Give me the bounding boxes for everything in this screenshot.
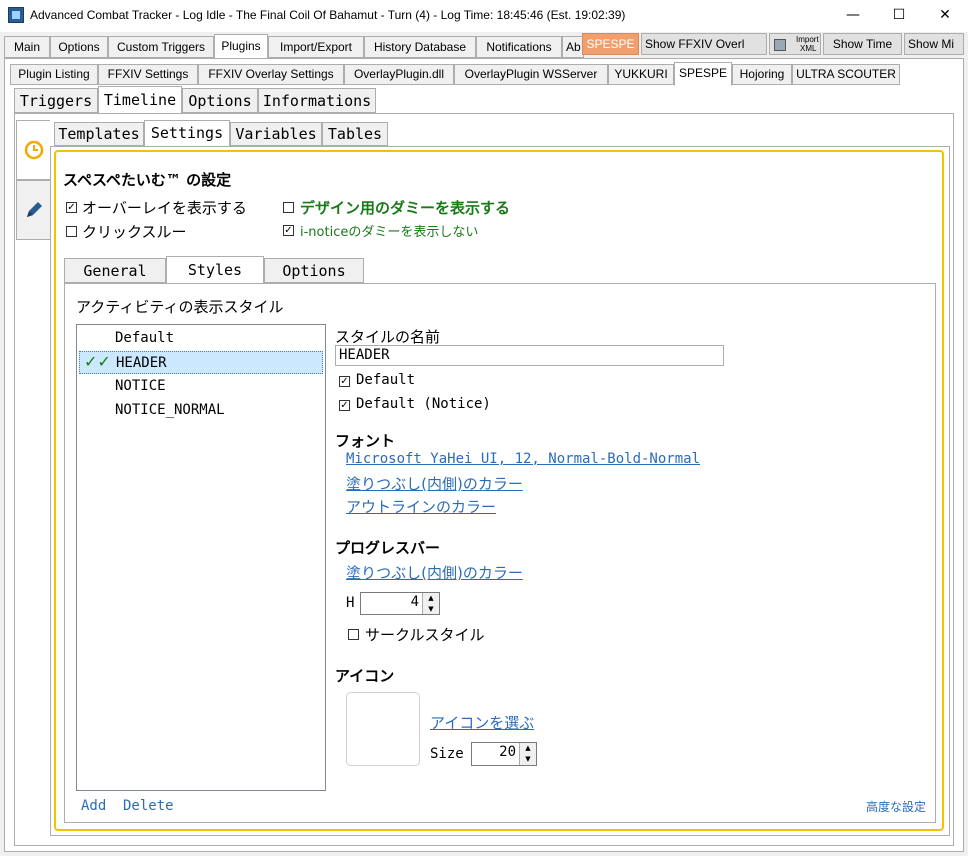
tab-spespe[interactable]: SPESPE [674, 62, 732, 86]
spespe-button[interactable]: SPESPE [582, 33, 639, 55]
import-xml-button[interactable]: Import XML [769, 33, 821, 55]
h-label: H [346, 595, 355, 611]
maximize-button[interactable]: ☐ [876, 0, 922, 32]
default-checkbox[interactable]: ✓ [339, 376, 350, 387]
tab-ffxiv-overlay-settings[interactable]: FFXIV Overlay Settings [198, 64, 344, 85]
tab-notifications[interactable]: Notifications [476, 36, 562, 58]
list-item-selected[interactable]: ✓✓ HEADER [79, 351, 323, 374]
show-mi-button[interactable]: Show Mi [904, 33, 964, 55]
size-up-icon[interactable]: ▲ [519, 743, 536, 754]
tab-informations[interactable]: Informations [258, 88, 376, 113]
side-tab-edit[interactable] [16, 180, 50, 240]
style-name-input[interactable]: HEADER [335, 345, 724, 366]
tab-styles[interactable]: Styles [166, 256, 264, 284]
show-overlay-checkbox[interactable]: ✓ [66, 202, 77, 213]
list-item-label: HEADER [116, 355, 167, 371]
tab-ffxiv-settings[interactable]: FFXIV Settings [98, 64, 198, 85]
circle-style-label: サークルスタイル [365, 626, 485, 644]
tab-custom-triggers[interactable]: Custom Triggers [108, 36, 214, 58]
tab-triggers[interactable]: Triggers [14, 88, 98, 113]
circle-style-checkbox[interactable] [348, 629, 359, 640]
check-mark-icon: ✓✓ [84, 352, 111, 371]
list-item[interactable]: Default [115, 330, 174, 346]
h-value: 4 [410, 594, 419, 610]
tab-history-database[interactable]: History Database [364, 36, 476, 58]
spespe-tabs: Triggers Timeline Options Informations [0, 86, 968, 114]
tab-plugins[interactable]: Plugins [214, 34, 268, 59]
size-stepper[interactable]: 20 ▲ ▼ [471, 742, 537, 766]
tab-ultra-scouter[interactable]: ULTRA SCOUTER [792, 64, 900, 85]
size-label: Size [430, 746, 464, 762]
show-dummy-checkbox[interactable] [283, 202, 294, 213]
h-stepper[interactable]: 4 ▲ ▼ [360, 592, 440, 615]
show-time-button[interactable]: Show Time [823, 33, 902, 55]
font-link[interactable]: Microsoft YaHei UI, 12, Normal-Bold-Norm… [346, 451, 700, 467]
default-notice-checkbox[interactable]: ✓ [339, 400, 350, 411]
tab-general[interactable]: General [64, 258, 166, 283]
main-tabs: Main Options Custom Triggers Plugins Imp… [0, 32, 968, 59]
hide-inotice-dummy-checkbox[interactable]: ✓ [283, 225, 294, 236]
style-list[interactable]: Default ✓✓ HEADER NOTICE NOTICE_NORMAL [76, 324, 326, 791]
window-title: Advanced Combat Tracker - Log Idle - The… [30, 8, 626, 22]
delete-link[interactable]: Delete [123, 798, 174, 814]
default-notice-label: Default (Notice) [356, 396, 491, 412]
hide-inotice-dummy-label: i-noticeのダミーを表示しない [300, 225, 479, 240]
tab-yukkuri[interactable]: YUKKURI [608, 64, 674, 85]
settings-heading: スペスペたいむ™ の設定 [63, 171, 232, 189]
list-item[interactable]: NOTICE [115, 378, 166, 394]
tab-style-options[interactable]: Options [264, 258, 364, 283]
progress-fill-color-link[interactable]: 塗りつぶし(内側)のカラー [346, 562, 523, 583]
size-value: 20 [499, 744, 516, 760]
style-name-value: HEADER [339, 347, 390, 363]
tab-templates[interactable]: Templates [54, 122, 144, 146]
fill-color-link[interactable]: 塗りつぶし(内側)のカラー [346, 473, 523, 494]
close-button[interactable]: ✕ [922, 0, 968, 32]
tab-about[interactable]: Ab [562, 36, 584, 58]
advanced-settings-link[interactable]: 高度な設定 [866, 798, 926, 815]
progress-heading: プログレスバー [335, 539, 441, 557]
import-xml-icon [774, 39, 786, 51]
choose-icon-link[interactable]: アイコンを選ぶ [430, 712, 534, 733]
tab-spespe-options[interactable]: Options [182, 88, 258, 113]
tab-tables[interactable]: Tables [322, 122, 388, 146]
timeline-tabs: Templates Settings Variables Tables [0, 120, 968, 148]
app-icon [8, 7, 24, 23]
tab-overlayplugin-dll[interactable]: OverlayPlugin.dll [344, 64, 454, 85]
icon-preview[interactable] [346, 692, 420, 766]
pencil-icon [27, 202, 42, 217]
tab-options[interactable]: Options [50, 36, 108, 58]
click-through-checkbox[interactable] [66, 226, 77, 237]
list-item[interactable]: NOTICE_NORMAL [115, 402, 225, 418]
icon-heading: アイコン [335, 667, 395, 685]
tab-plugin-listing[interactable]: Plugin Listing [10, 64, 98, 85]
tab-overlayplugin-wsserver[interactable]: OverlayPlugin WSServer [454, 64, 608, 85]
tab-main[interactable]: Main [4, 36, 50, 58]
import-xml-label-2: XML [800, 44, 817, 53]
size-down-icon[interactable]: ▼ [519, 754, 536, 765]
tab-timeline[interactable]: Timeline [98, 86, 182, 114]
tab-hojoring[interactable]: Hojoring [732, 64, 792, 85]
style-name-label: スタイルの名前 [335, 328, 441, 346]
minimize-button[interactable]: — [830, 0, 876, 32]
default-label: Default [356, 372, 416, 388]
show-dummy-label: デザイン用のダミーを表示する [300, 199, 511, 217]
title-bar: Advanced Combat Tracker - Log Idle - The… [0, 0, 968, 32]
tab-settings[interactable]: Settings [144, 120, 230, 147]
add-link[interactable]: Add [81, 798, 106, 814]
click-through-label: クリックスルー [82, 223, 187, 241]
styles-section-label: アクティビティの表示スタイル [76, 298, 284, 316]
tab-variables[interactable]: Variables [230, 122, 322, 146]
tab-import-export[interactable]: Import/Export [268, 36, 364, 58]
outline-color-link[interactable]: アウトラインのカラー [346, 496, 496, 517]
style-tabs: General Styles Options [0, 256, 968, 284]
font-heading: フォント [335, 432, 396, 450]
plugin-tabs: Plugin Listing FFXIV Settings FFXIV Over… [0, 62, 968, 86]
h-up-icon[interactable]: ▲ [422, 593, 439, 604]
show-overlay-button[interactable]: Show FFXIV Overl [641, 33, 767, 55]
import-xml-label: Import [796, 35, 819, 44]
h-down-icon[interactable]: ▼ [422, 603, 439, 614]
show-overlay-label: オーバーレイを表示する [82, 199, 247, 217]
